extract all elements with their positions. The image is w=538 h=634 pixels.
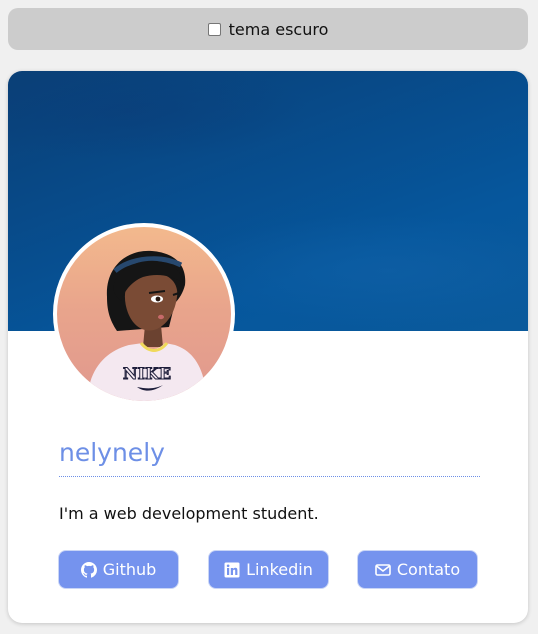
profile-bio: I'm a web development student. [59,504,319,523]
avatar: NIKE [53,223,235,405]
envelope-icon [375,563,391,576]
github-icon [80,561,97,578]
theme-toggle-bar[interactable]: tema escuro [8,8,528,50]
contact-button[interactable]: Contato [357,550,478,589]
github-button-label: Github [102,560,157,579]
linkedin-icon [224,562,240,577]
profile-username: nelynely [59,437,480,477]
avatar-illustration: NIKE [87,250,207,401]
linkedin-button[interactable]: Linkedin [208,550,329,589]
linkedin-button-label: Linkedin [246,560,313,579]
profile-card: NIKE nelynely I'm a web development stud… [8,71,528,623]
avatar-shirt-text: NIKE [123,364,171,383]
dark-theme-checkbox[interactable] [207,22,221,36]
contact-button-label: Contato [396,560,461,579]
github-button[interactable]: Github [58,550,179,589]
dark-theme-label[interactable]: tema escuro [229,20,329,39]
